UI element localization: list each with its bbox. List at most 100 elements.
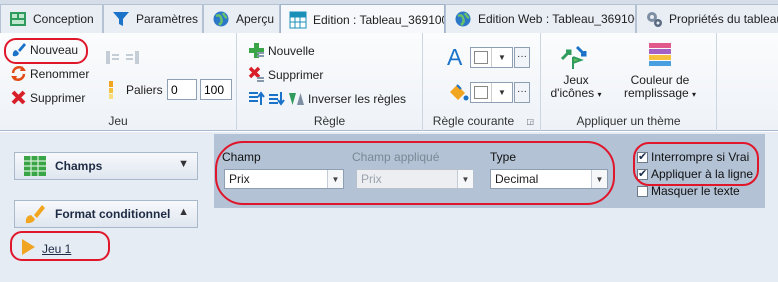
champs-accordion[interactable]: Champs ▼: [14, 152, 198, 180]
dialog-launcher-icon[interactable]: ◲: [526, 117, 534, 126]
champ-value: Prix: [229, 172, 250, 186]
globe-icon: [454, 10, 472, 28]
champ-applique-label: Champ appliqué: [352, 150, 440, 164]
add-rule-icon: [248, 42, 265, 59]
font-color-combo[interactable]: ▼: [470, 47, 513, 68]
group-regle-label: Règle: [313, 114, 346, 128]
table-icon: [289, 11, 307, 29]
group-jeu: Nouveau Renommer Supprimer Paliers Jeu: [0, 33, 237, 131]
jeux-icones-label-2: d'icônes: [550, 86, 595, 100]
left-panel: Champs ▼ Format conditionnel ▲ Jeu 1: [0, 132, 214, 282]
chevron-down-icon: ▼: [491, 48, 512, 67]
inverser-regles-button[interactable]: Inverser les règles: [288, 90, 406, 107]
play-icon: [20, 238, 36, 259]
font-color-swatch: [474, 51, 488, 64]
tree-item-jeu1[interactable]: Jeu 1: [20, 238, 71, 259]
new-brush-icon: [10, 41, 27, 58]
design-icon: [9, 10, 27, 28]
nouvelle-regle-label: Nouvelle: [268, 43, 315, 58]
nouvelle-regle-button[interactable]: Nouvelle: [248, 42, 315, 59]
group-theme-label: Appliquer un thème: [576, 114, 681, 128]
supprimer-regle-label: Supprimer: [268, 67, 324, 82]
group-jeu-label: Jeu: [108, 114, 128, 128]
tab-label: Propriétés du tableau: [669, 12, 778, 26]
chevron-down-icon: ▼: [491, 83, 512, 102]
fill-color-combo[interactable]: ▼: [470, 82, 513, 103]
checkbox-box: [637, 185, 648, 197]
group-regle: Nouvelle Supprimer Inverser les règles R…: [237, 33, 423, 131]
champs-label: Champs: [55, 159, 103, 173]
properties-box: Champ Prix ▼ Champ appliqué Prix ▼ Type …: [214, 134, 765, 208]
delete-x-icon: [10, 89, 27, 106]
nouveau-label: Nouveau: [30, 42, 79, 57]
delete-rule-icon: [248, 66, 265, 83]
move-down-icon: [268, 90, 285, 107]
supprimer-jeu-button[interactable]: Supprimer: [10, 89, 85, 106]
fields-table-icon: [15, 154, 55, 178]
icon-sets-icon: [560, 45, 587, 69]
couleur-remplissage-button[interactable]: Couleur de remplissage ▾: [613, 41, 707, 101]
masquer-label: Masquer le texte: [651, 184, 740, 198]
jeux-icones-button[interactable]: Jeux d'icônes ▾: [546, 41, 606, 101]
interrompre-label: Interrompre si Vrai: [651, 150, 750, 164]
masquer-texte-checkbox[interactable]: Masquer le texte: [637, 184, 740, 198]
format-label: Format conditionnel: [55, 207, 171, 221]
font-color-icon[interactable]: A: [447, 44, 462, 71]
paliers-icon: [106, 80, 123, 99]
paliers-max-input[interactable]: [200, 79, 232, 100]
chevron-down-icon: ▾: [692, 90, 697, 99]
appliquer-label: Appliquer à la ligne: [651, 167, 754, 181]
champ-select[interactable]: Prix ▼: [224, 169, 344, 189]
chevron-down-icon: ▼: [178, 158, 189, 170]
renommer-label: Renommer: [30, 66, 90, 81]
tab-label: Edition Web : Tableau_369100: [478, 12, 636, 26]
gears-icon: [645, 10, 663, 28]
checkbox-box: [637, 167, 648, 180]
group-theme: Jeux d'icônes ▾ Couleur de remplissage ▾…: [541, 33, 717, 131]
inverser-regles-label: Inverser les règles: [308, 91, 407, 106]
tab-edition[interactable]: Edition : Tableau_369100: [280, 4, 445, 34]
tab-label: Conception: [33, 12, 94, 26]
renommer-button[interactable]: Renommer: [10, 65, 89, 82]
appliquer-ligne-checkbox[interactable]: Appliquer à la ligne: [637, 167, 753, 181]
group-regle-courante-label: Règle courante: [432, 114, 515, 128]
chevron-down-icon: ▼: [457, 170, 473, 188]
tab-label: Paramètres: [136, 12, 199, 26]
tab-bar: Conception Paramètres Aperçu Edition : T…: [0, 0, 778, 34]
supprimer-jeu-label: Supprimer: [30, 90, 86, 105]
tab-proprietes[interactable]: Propriétés du tableau: [636, 4, 778, 33]
font-more-button[interactable]: ···: [514, 47, 530, 68]
interrompre-checkbox[interactable]: Interrompre si Vrai: [637, 150, 749, 164]
tab-conception[interactable]: Conception: [0, 4, 103, 33]
chevron-up-icon: ▲: [178, 206, 189, 218]
chevron-down-icon: ▾: [597, 90, 602, 99]
supprimer-regle-button[interactable]: Supprimer: [248, 66, 323, 83]
type-select[interactable]: Decimal ▼: [490, 169, 608, 189]
align-bottom-icon: [124, 49, 141, 66]
couleur-label-2: remplissage: [623, 86, 689, 100]
nouveau-button[interactable]: Nouveau: [10, 41, 78, 58]
fill-color-swatch: [474, 86, 488, 99]
tab-label: Aperçu: [236, 12, 275, 26]
right-panel: Champ Prix ▼ Champ appliqué Prix ▼ Type …: [214, 132, 778, 282]
fill-bucket-icon[interactable]: [447, 82, 469, 104]
paliers-min-input[interactable]: [167, 79, 197, 100]
type-value: Decimal: [495, 172, 539, 186]
tab-apercu[interactable]: Aperçu: [203, 4, 280, 33]
format-conditionnel-accordion[interactable]: Format conditionnel ▲: [14, 200, 198, 228]
globe-icon: [212, 10, 230, 28]
champ-applique-value: Prix: [361, 172, 382, 186]
champ-applique-select[interactable]: Prix ▼: [356, 169, 474, 189]
color-scale-icon: [649, 43, 671, 66]
rename-arrows-icon: [10, 65, 27, 82]
paliers-label: Paliers: [126, 83, 163, 97]
chevron-down-icon: ▼: [591, 170, 607, 188]
fill-more-button[interactable]: ···: [514, 82, 530, 103]
tab-label: Edition : Tableau_369100: [313, 12, 445, 27]
tab-parametres[interactable]: Paramètres: [103, 4, 203, 33]
align-top-icon: [104, 49, 121, 66]
invert-rules-icon: [288, 90, 305, 107]
filter-icon: [112, 10, 130, 28]
tab-edition-web[interactable]: Edition Web : Tableau_369100: [445, 4, 636, 33]
chevron-down-icon: ▼: [327, 170, 343, 188]
